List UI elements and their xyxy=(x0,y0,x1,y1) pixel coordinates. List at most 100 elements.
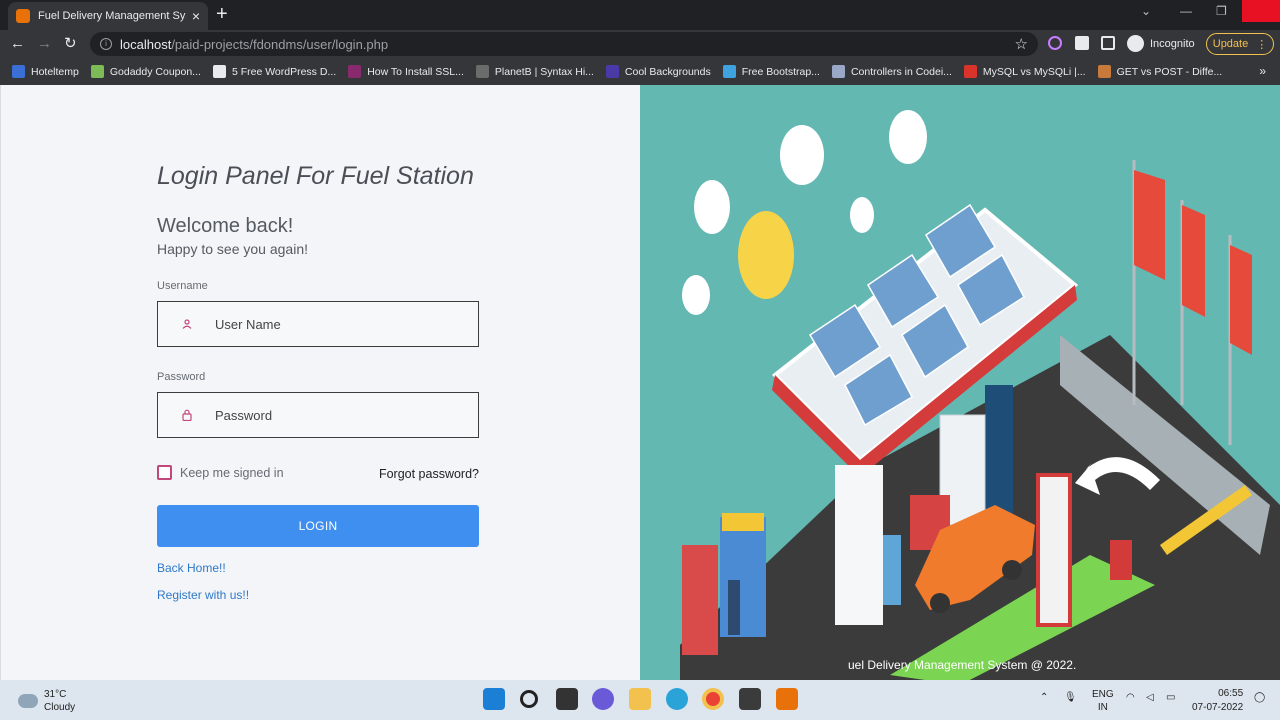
minimize-icon[interactable]: — xyxy=(1180,4,1192,18)
cloud-icon xyxy=(18,694,38,708)
incognito-indicator[interactable]: Incognito xyxy=(1127,35,1195,52)
xampp-icon[interactable] xyxy=(776,688,798,710)
clock-time: 06:55 xyxy=(1218,688,1244,699)
vending-machine-blue xyxy=(720,517,766,637)
back-home-link[interactable]: Back Home!! xyxy=(157,561,226,575)
remember-checkbox[interactable] xyxy=(157,465,172,480)
xampp-favicon-icon xyxy=(16,9,30,23)
incognito-icon xyxy=(1127,35,1144,52)
url-path: /paid-projects/fdondms/user/login.php xyxy=(171,36,389,52)
browser-tab[interactable]: Fuel Delivery Management Syste × xyxy=(8,2,208,30)
address-bar[interactable]: i localhost/paid-projects/fdondms/user/l… xyxy=(90,32,1038,56)
bookmark-item[interactable]: Godaddy Coupon... xyxy=(90,65,201,78)
bookmark-favicon-icon xyxy=(12,65,25,78)
bookmark-favicon-icon xyxy=(831,65,845,78)
sun-shape xyxy=(738,211,794,299)
forgot-password-link[interactable]: Forgot password? xyxy=(379,467,479,481)
login-button[interactable]: LOGIN xyxy=(157,505,479,547)
person-customer xyxy=(728,580,740,635)
bookmarks-bar: Hoteltemp Godaddy Coupon... 5 Free WordPre… xyxy=(0,58,1280,85)
forward-icon[interactable]: → xyxy=(37,35,52,53)
username-field[interactable] xyxy=(157,301,479,347)
tab-search-icon[interactable]: ⌄ xyxy=(1141,4,1151,18)
login-panel: Login Panel For Fuel Station Welcome bac… xyxy=(0,85,640,680)
bookmark-item[interactable]: GET vs POST - Diffe... xyxy=(1097,65,1222,78)
bookmark-label: 5 Free WordPress D... xyxy=(231,65,337,78)
car-wheel xyxy=(1002,560,1022,580)
bookmark-favicon-icon xyxy=(1097,65,1111,78)
temperature: 31°C xyxy=(44,689,67,700)
welcome-subtitle: Happy to see you again! xyxy=(157,241,308,257)
bookmark-item[interactable]: 5 Free WordPress D... xyxy=(212,65,337,78)
bookmark-item[interactable]: MySQL vs MySQLi |... xyxy=(963,65,1086,78)
bookmark-item[interactable]: Controllers in Codei... xyxy=(831,65,952,78)
browser-toolbar: ← → ↻ i localhost/paid-projects/fdondms/… xyxy=(0,30,1280,58)
windows-start-icon[interactable] xyxy=(483,688,505,710)
task-view-icon[interactable] xyxy=(556,688,578,710)
microphone-icon[interactable]: 🎙 xyxy=(1064,692,1077,703)
system-clock[interactable]: 06:55 07-07-2022 xyxy=(1192,687,1243,715)
back-icon[interactable]: ← xyxy=(10,35,25,53)
page-title: Login Panel For Fuel Station xyxy=(157,162,474,190)
bookmarks-overflow-icon[interactable]: » xyxy=(1259,64,1266,78)
update-label: Update xyxy=(1212,38,1249,50)
price-sign xyxy=(1036,473,1072,627)
volume-icon[interactable]: ◁ xyxy=(1146,692,1154,703)
vending-machine-top xyxy=(722,513,764,531)
sublime-text-icon[interactable] xyxy=(739,688,761,710)
bookmark-item[interactable]: How To Install SSL... xyxy=(348,65,464,78)
bookmark-label: Free Bootstrap... xyxy=(741,65,820,78)
chrome-browser-icon[interactable] xyxy=(702,688,724,710)
register-link[interactable]: Register with us!! xyxy=(157,588,249,602)
remember-me: Keep me signed in xyxy=(157,465,284,480)
tab-title: Fuel Delivery Management Syste xyxy=(38,10,186,22)
bookmark-item[interactable]: PlanetB | Syntax Hi... xyxy=(475,65,594,78)
welcome-heading: Welcome back! xyxy=(157,215,294,237)
username-input[interactable] xyxy=(215,316,465,332)
bookmark-star-icon[interactable]: ☆ xyxy=(1015,35,1028,53)
weather-status: Cloudy xyxy=(44,702,76,713)
info-icon[interactable]: i xyxy=(100,38,112,50)
bookmark-label: How To Install SSL... xyxy=(367,65,464,78)
bookmark-favicon-icon xyxy=(212,65,226,78)
url-host: localhost xyxy=(120,36,172,52)
clock-date: 07-07-2022 xyxy=(1192,702,1244,713)
new-tab-icon[interactable]: + xyxy=(216,4,228,24)
restore-icon[interactable]: ❐ xyxy=(1216,4,1227,18)
update-button[interactable]: Update ⋮ xyxy=(1206,33,1274,55)
bookmark-item[interactable]: Hoteltemp xyxy=(12,65,79,78)
bookmark-favicon-icon xyxy=(90,65,104,78)
bookmark-favicon-icon xyxy=(348,65,362,78)
file-explorer-icon[interactable] xyxy=(629,688,651,710)
password-input[interactable] xyxy=(215,407,465,423)
wifi-icon[interactable]: ◠ xyxy=(1126,692,1135,703)
browser-tabstrip: Fuel Delivery Management Syste × + ⌄ — ❐ xyxy=(0,0,1280,30)
extensions-puzzle-icon[interactable] xyxy=(1075,36,1089,50)
remember-label: Keep me signed in xyxy=(180,465,284,480)
weather-widget[interactable]: 31°C Cloudy xyxy=(18,688,75,714)
edge-browser-icon[interactable] xyxy=(666,688,688,710)
lock-icon xyxy=(158,409,215,421)
bookmark-favicon-icon xyxy=(722,65,736,78)
teams-chat-icon[interactable] xyxy=(592,688,614,710)
search-icon[interactable] xyxy=(520,690,538,708)
show-hidden-icons[interactable]: ⌃ xyxy=(1040,692,1048,703)
side-panel-icon[interactable] xyxy=(1101,36,1115,50)
language-indicator[interactable]: ENG IN xyxy=(1092,688,1114,714)
bookmark-item[interactable]: Cool Backgrounds xyxy=(605,65,711,78)
notifications-icon[interactable]: ◯ xyxy=(1254,692,1265,703)
password-field[interactable] xyxy=(157,392,479,438)
bookmark-label: Controllers in Codei... xyxy=(850,65,952,78)
close-icon[interactable]: × xyxy=(192,8,200,24)
bookmark-item[interactable]: Free Bootstrap... xyxy=(722,65,820,78)
reload-icon[interactable]: ↻ xyxy=(64,35,77,53)
lang-top: ENG xyxy=(1092,689,1114,700)
battery-icon[interactable]: ▭ xyxy=(1166,692,1175,703)
close-window-button[interactable] xyxy=(1242,0,1280,22)
bookmark-label: MySQL vs MySQLi |... xyxy=(982,65,1086,78)
user-icon xyxy=(158,319,215,329)
extension-color-icon[interactable] xyxy=(1048,36,1062,50)
vending-machine-red xyxy=(682,545,718,655)
car-wheel xyxy=(930,593,950,613)
bookmark-label: Hoteltemp xyxy=(31,65,79,78)
